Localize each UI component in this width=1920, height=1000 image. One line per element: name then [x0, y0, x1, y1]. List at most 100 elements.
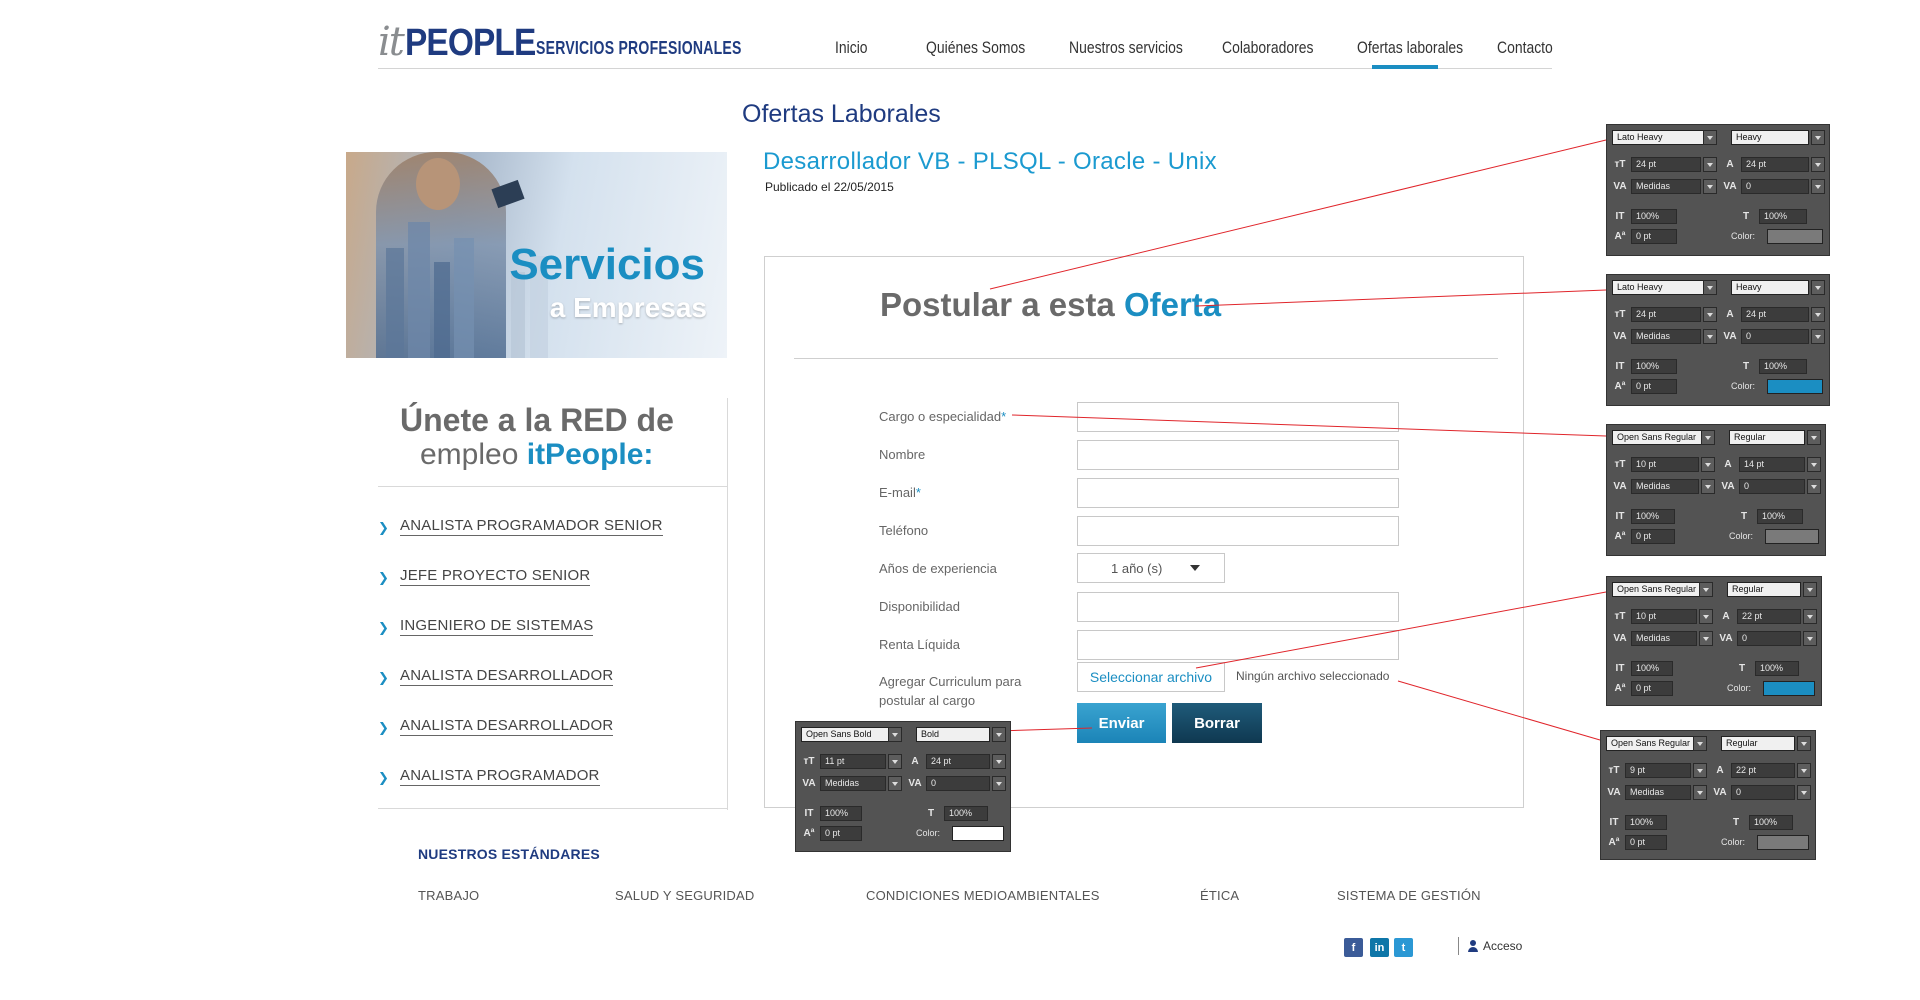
tracking-icon: VA	[1719, 633, 1733, 644]
leading-field: 24 pt	[1741, 157, 1809, 172]
baseline-field: 0 pt	[1631, 529, 1675, 544]
tracking-field: 0	[1741, 179, 1809, 194]
leading-field: 22 pt	[1731, 763, 1795, 778]
font-size-field: 11 pt	[820, 754, 886, 769]
leading-field: 14 pt	[1739, 457, 1805, 472]
chevron-down-icon	[1797, 763, 1811, 778]
type-spec-panel: Lato Heavy Heavy тT 24 pt A 24 pt VA Medidas VA 0…	[1606, 124, 1830, 256]
font-style-field: Regular	[1721, 736, 1795, 751]
chevron-down-icon	[1811, 280, 1825, 295]
chevron-down-icon	[1797, 736, 1811, 751]
leading-icon: A	[1722, 611, 1730, 622]
type-spec-panel: Open Sans Bold Bold тT 11 pt A 24 pt VA Medidas…	[795, 721, 1011, 852]
font-size-icon: тT	[1614, 459, 1626, 470]
chevron-down-icon	[1693, 763, 1707, 778]
font-size-icon: тT	[1614, 309, 1626, 320]
kerning-field: Medidas	[1625, 785, 1691, 800]
chevron-down-icon	[1703, 329, 1717, 344]
chevron-down-icon	[1811, 307, 1825, 322]
vertical-scale-field: 100%	[1631, 359, 1677, 374]
chevron-down-icon	[1803, 582, 1817, 597]
chevron-down-icon	[1703, 307, 1717, 322]
chevron-down-icon	[1803, 609, 1817, 624]
leading-icon: A	[1726, 309, 1734, 320]
vertical-scale-field: 100%	[1631, 509, 1675, 524]
kerning-icon: VA	[1613, 331, 1627, 342]
vertical-scale-icon: IT	[1615, 361, 1625, 372]
color-swatch	[1767, 379, 1823, 394]
color-label: Color:	[1727, 683, 1752, 693]
horizontal-scale-icon: T	[1742, 361, 1750, 372]
chevron-down-icon	[1703, 157, 1717, 172]
horizontal-scale-icon: T	[927, 808, 935, 819]
chevron-down-icon	[888, 776, 902, 791]
font-family-field: Open Sans Regular	[1612, 582, 1700, 597]
color-label: Color:	[1729, 531, 1754, 541]
horizontal-scale-field: 100%	[944, 806, 988, 821]
leading-field: 22 pt	[1737, 609, 1801, 624]
type-spec-panel: Lato Heavy Heavy тT 24 pt A 24 pt VA Medidas VA 0…	[1606, 274, 1830, 406]
leading-icon: A	[1726, 159, 1734, 170]
chevron-down-icon	[1701, 457, 1715, 472]
baseline-icon: Aª	[1614, 231, 1626, 242]
baseline-icon: Aª	[1614, 531, 1626, 542]
kerning-field: Medidas	[1631, 329, 1701, 344]
chevron-down-icon	[992, 754, 1006, 769]
annotation-line	[1397, 680, 1601, 741]
chevron-down-icon	[1703, 130, 1717, 145]
font-style-field: Regular	[1729, 430, 1805, 445]
leading-icon: A	[1716, 765, 1724, 776]
kerning-icon: VA	[1613, 633, 1627, 644]
type-spec-panel: Open Sans Regular Regular тT 9 pt A 22 pt VA Me…	[1600, 730, 1816, 860]
kerning-field: Medidas	[1631, 179, 1701, 194]
color-swatch	[1757, 835, 1809, 850]
color-label: Color:	[1731, 381, 1756, 391]
color-label: Color:	[916, 828, 941, 838]
font-size-icon: тT	[1614, 611, 1626, 622]
baseline-icon: Aª	[1614, 381, 1626, 392]
chevron-down-icon	[1699, 609, 1713, 624]
vertical-scale-field: 100%	[1631, 209, 1677, 224]
font-size-field: 9 pt	[1625, 763, 1691, 778]
chevron-down-icon	[1703, 280, 1717, 295]
font-size-field: 10 pt	[1631, 457, 1699, 472]
chevron-down-icon	[1701, 479, 1715, 494]
font-style-field: Regular	[1727, 582, 1801, 597]
chevron-down-icon	[1811, 179, 1825, 194]
kerning-field: Medidas	[820, 776, 886, 791]
chevron-down-icon	[992, 727, 1006, 742]
horizontal-scale-field: 100%	[1759, 209, 1807, 224]
baseline-field: 0 pt	[1631, 229, 1677, 244]
chevron-down-icon	[1693, 785, 1707, 800]
color-label: Color:	[1731, 231, 1756, 241]
chevron-down-icon	[1811, 329, 1825, 344]
annotation-line	[1011, 414, 1607, 437]
baseline-icon: Aª	[803, 828, 815, 839]
horizontal-scale-icon: T	[1740, 511, 1748, 522]
tracking-icon: VA	[1723, 181, 1737, 192]
vertical-scale-icon: IT	[1615, 511, 1625, 522]
chevron-down-icon	[1699, 631, 1713, 646]
annotation-line	[1195, 591, 1607, 669]
color-swatch	[1767, 229, 1823, 244]
tracking-icon: VA	[1723, 331, 1737, 342]
kerning-icon: VA	[802, 778, 816, 789]
horizontal-scale-field: 100%	[1759, 359, 1807, 374]
font-size-field: 24 pt	[1631, 157, 1701, 172]
baseline-icon: Aª	[1614, 683, 1626, 694]
color-swatch	[1765, 529, 1819, 544]
baseline-field: 0 pt	[1631, 379, 1677, 394]
leading-field: 24 pt	[1741, 307, 1809, 322]
tracking-field: 0	[1737, 631, 1801, 646]
tracking-field: 0	[1741, 329, 1809, 344]
chevron-down-icon	[1811, 130, 1825, 145]
font-style-field: Heavy	[1731, 280, 1809, 295]
font-family-field: Lato Heavy	[1612, 280, 1704, 295]
vertical-scale-icon: IT	[1615, 663, 1625, 674]
kerning-icon: VA	[1613, 481, 1627, 492]
tracking-icon: VA	[1713, 787, 1727, 798]
chevron-down-icon	[1797, 785, 1811, 800]
baseline-icon: Aª	[1608, 837, 1620, 848]
kerning-field: Medidas	[1631, 631, 1697, 646]
color-swatch	[1763, 681, 1815, 696]
